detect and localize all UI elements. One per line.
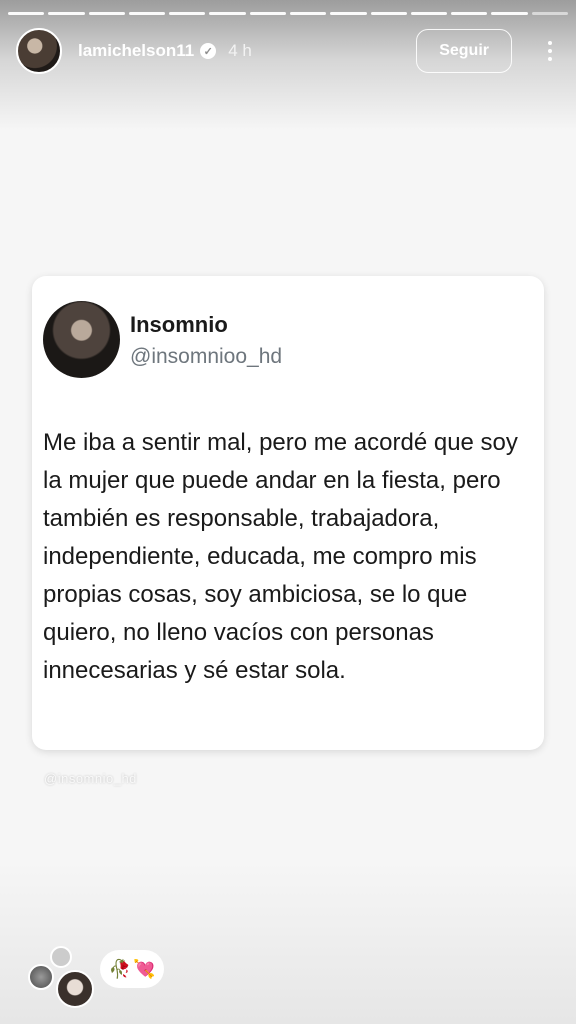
progress-segment	[491, 12, 528, 15]
tweet-author-handle: @insomnioo_hd	[130, 345, 283, 368]
verified-badge-icon: ✓	[200, 43, 217, 59]
progress-segment	[48, 12, 85, 15]
tweet-avatar	[43, 301, 120, 378]
tweet-author-name: Insomnio	[130, 312, 228, 337]
progress-segment	[169, 12, 206, 15]
progress-segment	[128, 12, 166, 15]
progress-segment	[289, 12, 327, 15]
watermark: @insomnio_hd	[44, 771, 137, 786]
tweet-card: Insomnio @insomnioo_hd Me iba a sentir m…	[32, 276, 544, 750]
rose-icon: 🥀	[108, 958, 131, 979]
progress-segment	[531, 12, 568, 15]
progress-segment	[88, 12, 125, 15]
progress-segment	[8, 12, 45, 15]
username[interactable]: lamichelson11	[78, 41, 194, 61]
heart-icon: 💘	[133, 958, 156, 979]
story-header: lamichelson11 ✓ 4 h Seguir	[16, 26, 560, 76]
progress-segment	[410, 12, 448, 15]
progress-segment	[451, 12, 488, 15]
progress-segment	[370, 12, 407, 15]
reaction-bubble[interactable]: 🥀 💘	[100, 950, 164, 988]
progress-segment	[330, 12, 367, 15]
more-options-icon[interactable]	[540, 37, 560, 65]
tweet-text: Me iba a sentir mal, pero me acordé que …	[43, 429, 518, 684]
follow-button[interactable]: Seguir	[416, 29, 512, 73]
story-progress-bar	[8, 12, 568, 15]
story-viewers[interactable]	[28, 944, 98, 1008]
avatar[interactable]	[16, 28, 62, 74]
viewer-avatar	[28, 964, 54, 990]
post-time: 4 h	[228, 41, 252, 60]
progress-segment	[249, 12, 286, 15]
viewer-avatar	[50, 946, 72, 968]
progress-segment	[209, 12, 246, 15]
viewer-avatar	[56, 970, 94, 1008]
